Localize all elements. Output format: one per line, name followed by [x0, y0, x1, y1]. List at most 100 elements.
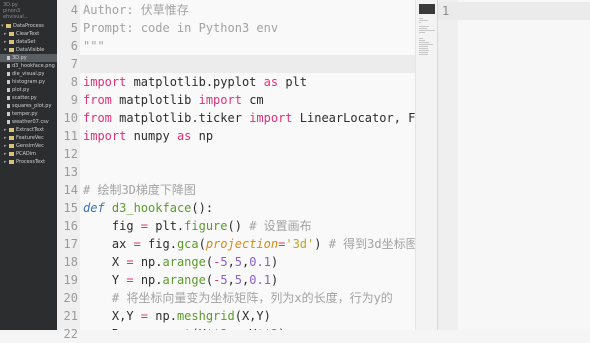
minimap[interactable] [415, 0, 438, 330]
code-token: matplotlib.ticker [111, 111, 250, 125]
line-number: 9 [70, 93, 78, 107]
line-number: 22 [63, 327, 78, 341]
sidebar-file[interactable]: scatter.py [0, 94, 57, 102]
folder-icon [9, 143, 14, 148]
code-token: ( [205, 255, 214, 269]
code-token: matplotlib [111, 93, 199, 107]
code-editor[interactable]: Author: 伏草惟存 Prompt: code in Python3 env "… [80, 0, 415, 330]
sidebar-folder[interactable]: ▸ GensimVec [0, 142, 57, 150]
sidebar-item-label: plot.py [12, 87, 30, 93]
sidebar-header: 3D.py pinon3 ehvisual... [0, 0, 57, 22]
code-line[interactable]: from matplotlib import cm [83, 91, 264, 109]
code-token: ( [205, 273, 214, 287]
code-token: figure [184, 219, 228, 233]
code-token: # 设置画布 [249, 219, 312, 233]
sidebar-file[interactable]: squares_plot.py [0, 102, 57, 110]
line-number: 6 [70, 39, 78, 53]
sidebar-item-label: ClearText [16, 31, 40, 37]
code-line[interactable]: Author: 伏草惟存 [83, 1, 189, 19]
code-token: 0.1 [249, 273, 271, 287]
code-token: # 将坐标向量变为坐标矩阵，列为x的长度，行为y的 [83, 291, 393, 305]
code-line[interactable]: X = np.arange(-5,5,0.1) [83, 253, 278, 271]
code-token: # 绘制3D梯度下降图 [83, 183, 196, 197]
sidebar-item-label: temper.py [12, 111, 38, 117]
code-line[interactable]: Y = np.arange(-5,5,0.1) [83, 271, 278, 289]
secondary-current-line [438, 2, 590, 20]
folder-icon [6, 23, 11, 28]
sidebar-file[interactable]: weather07.csv [0, 118, 57, 126]
sidebar-item-label: histogram.py [12, 79, 46, 85]
code-token: LinearLocator, Form [299, 111, 415, 125]
code-line[interactable]: Prompt: code in Python3 env [83, 19, 278, 37]
sidebar-folder[interactable]: ▸ ProcessText [0, 158, 57, 166]
minimap-viewport[interactable] [419, 4, 435, 14]
code-token: , [227, 273, 235, 287]
sidebar-folder[interactable]: ▸ FeatureVec [0, 134, 57, 142]
code-token: np. [148, 309, 177, 323]
sidebar-file[interactable]: die_visual.py [0, 70, 57, 78]
code-line[interactable]: import numpy as np [83, 127, 213, 145]
line-number: 13 [63, 165, 78, 179]
sidebar-file[interactable]: d3_hookface.png [0, 62, 57, 70]
code-token: = [126, 255, 134, 269]
sidebar-file[interactable]: plot.py [0, 86, 57, 94]
code-token: '3d' [285, 237, 315, 251]
line-number: 7 [70, 57, 78, 71]
current-line-highlight [80, 55, 415, 73]
minimap-line [419, 26, 430, 27]
code-line[interactable]: """ [83, 37, 105, 55]
code-line[interactable]: import matplotlib.pyplot as plt [83, 73, 307, 91]
code-line[interactable]: X,Y = np.meshgrid(X,Y) [83, 307, 271, 325]
secondary-editor-pane[interactable]: 1 [437, 0, 590, 330]
sidebar-item-label: PCADim [16, 151, 37, 157]
code-token: fig. [140, 237, 177, 251]
code-token: # 得到3d坐标图 [328, 237, 415, 251]
line-number: 8 [70, 75, 78, 89]
sidebar-folder[interactable]: ▸ ExtractText [0, 126, 57, 134]
code-token: , [227, 255, 235, 269]
line-number: 10 [63, 111, 78, 125]
code-token: 5 [220, 273, 228, 287]
code-token: 5 [220, 255, 228, 269]
code-line[interactable]: fig = plt.figure() # 设置画布 [83, 217, 312, 235]
code-token: """ [83, 39, 105, 53]
code-token: gca [176, 237, 199, 251]
sidebar-folder[interactable]: ▾ DataVisible [0, 46, 57, 54]
code-line[interactable]: # 将坐标向量变为坐标矩阵，列为x的长度，行为y的 [83, 289, 393, 307]
code-token: np. [133, 255, 163, 269]
code-token: 0.1 [249, 255, 271, 269]
minimap-line [419, 30, 435, 31]
sidebar-folder[interactable]: ▸ dataSet [0, 38, 57, 46]
code-token: () [227, 219, 250, 233]
sidebar-header-line: ehvisual... [3, 14, 29, 20]
sidebar-item-label: dataSet [16, 39, 36, 45]
code-token: = [133, 237, 141, 251]
code-line[interactable]: from matplotlib.ticker import LinearLoca… [83, 109, 415, 127]
line-number: 11 [63, 129, 78, 143]
code-line[interactable]: # 绘制3D梯度下降图 [83, 181, 196, 199]
line-number: 20 [63, 291, 78, 305]
code-line[interactable]: ax = fig.gca(projection='3d') # 得到3d坐标图 [83, 235, 415, 253]
code-token: as [263, 75, 279, 89]
sidebar-folder[interactable]: ▸ PCADim [0, 150, 57, 158]
minimap-line [419, 46, 428, 47]
code-token: np. [133, 273, 163, 287]
code-line[interactable]: R = np.sqrt(X**2 + Y**2) [83, 325, 286, 330]
sidebar-item-label: GensimVec [16, 143, 44, 149]
folder-icon [9, 135, 14, 140]
minimap-line [419, 18, 423, 19]
sidebar-file[interactable]: temper.py [0, 110, 57, 118]
file-icon [7, 79, 10, 84]
line-number: 21 [63, 309, 78, 323]
sidebar-file[interactable]: histogram.py [0, 78, 57, 86]
file-icon [7, 55, 10, 60]
file-icon [7, 111, 10, 116]
sidebar-file[interactable]: 3D.py [0, 54, 57, 62]
code-token: Author: 伏草惟存 [83, 3, 189, 17]
line-number: 12 [63, 147, 78, 161]
sidebar-folder[interactable]: ▾ DataProcess [0, 22, 57, 30]
sidebar-folder[interactable]: ▸ ClearText [0, 30, 57, 38]
code-line[interactable]: def d3_hookface(): [83, 199, 213, 217]
sidebar-item-label: DataVisible [16, 47, 45, 53]
folder-icon [9, 47, 14, 52]
